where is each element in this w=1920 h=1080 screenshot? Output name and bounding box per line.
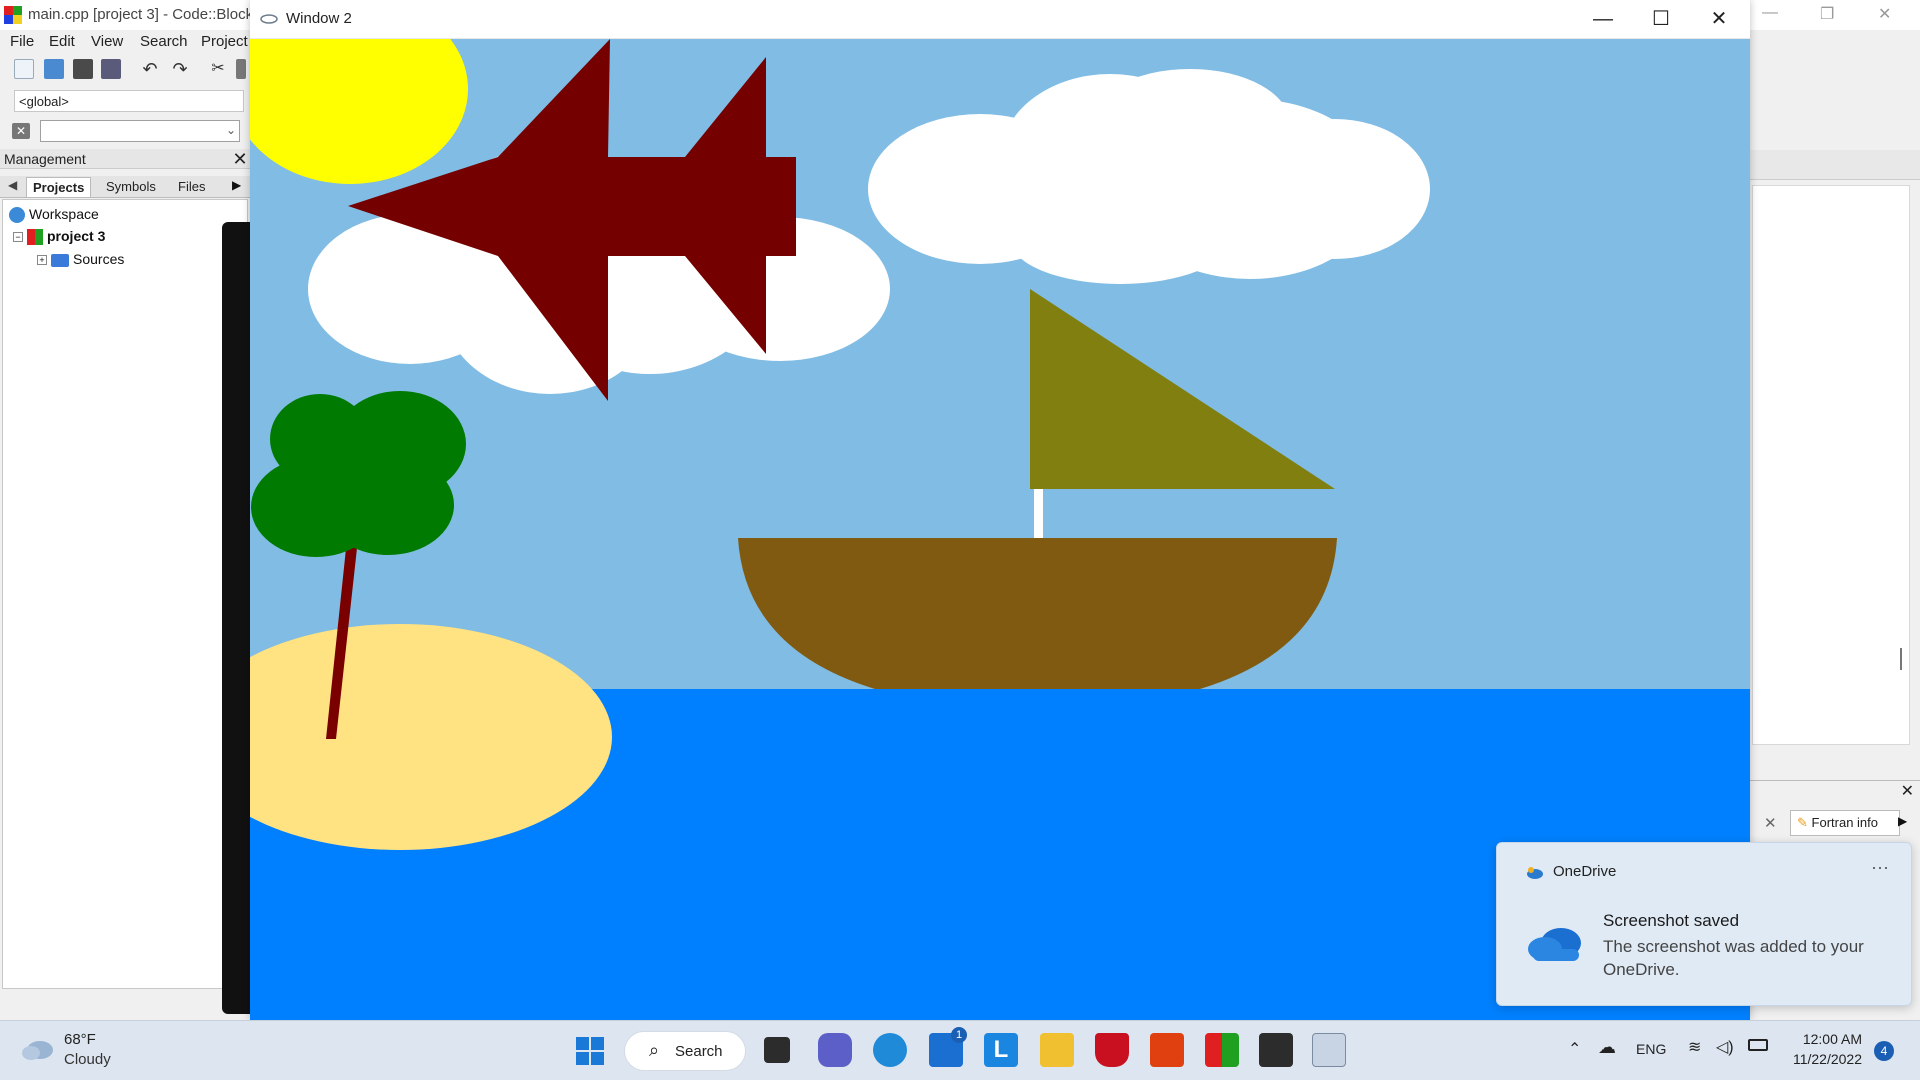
symbol-search-combo[interactable]: ⌄: [40, 120, 240, 142]
onedrive-tray-icon[interactable]: ☁: [1598, 1037, 1616, 1058]
workspace-icon: [9, 207, 25, 224]
mail-icon[interactable]: 1: [929, 1027, 967, 1067]
boat-mast: [1034, 489, 1043, 539]
menu-project[interactable]: Project: [201, 33, 248, 50]
file-explorer-icon[interactable]: [1040, 1033, 1074, 1067]
project-label: project 3: [47, 228, 106, 244]
project-tree: Workspace − project 3 + Sources: [2, 199, 248, 989]
tab-scroll-left-icon[interactable]: ◀: [8, 178, 17, 192]
tree-item-project[interactable]: − project 3: [13, 228, 106, 246]
close-button[interactable]: ✕: [1690, 0, 1748, 39]
chevron-up-icon[interactable]: ⌃: [1568, 1039, 1581, 1059]
project-icon: [27, 229, 43, 246]
tree-item-sources[interactable]: + Sources: [37, 251, 124, 267]
onedrive-notification[interactable]: OneDrive ··· Screenshot saved The screen…: [1496, 842, 1912, 1006]
editor-scrollbar[interactable]: [1900, 648, 1902, 670]
cloudy-weather-icon[interactable]: [20, 1037, 56, 1061]
menu-view[interactable]: View: [91, 33, 123, 50]
onedrive-cloud-icon: [1525, 923, 1583, 963]
language-indicator[interactable]: ENG: [1636, 1041, 1666, 1057]
search-icon: ⌕: [649, 1040, 660, 1060]
codeblocks-taskbar-icon[interactable]: [1205, 1033, 1239, 1067]
volume-icon[interactable]: ◁): [1716, 1037, 1734, 1057]
tab-files[interactable]: Files: [172, 177, 211, 197]
tab-fortran-info[interactable]: ✎ Fortran info: [1790, 810, 1900, 836]
bg-minimize-icon[interactable]: —: [1762, 4, 1778, 22]
office-icon[interactable]: [1150, 1033, 1184, 1067]
onedrive-small-icon: [1525, 865, 1543, 879]
workspace-label: Workspace: [29, 206, 99, 222]
cut-icon[interactable]: ✂: [208, 59, 228, 79]
notification-badge[interactable]: 4: [1874, 1041, 1894, 1061]
logs-header: ✕: [1750, 780, 1920, 802]
start-icon[interactable]: [576, 1037, 604, 1065]
taskbar: 68°F Cloudy ⌕ Search 1 L ⌃ ☁ ENG ≋ ◁) 12…: [0, 1020, 1920, 1080]
terminal-icon[interactable]: [1259, 1033, 1293, 1067]
note-icon: ✎: [1797, 815, 1808, 830]
graphics-app-icon[interactable]: [1312, 1033, 1346, 1067]
management-tabs: ◀ Projects Symbols Files ▶: [0, 176, 250, 198]
copy-icon[interactable]: [236, 59, 246, 79]
menu-search[interactable]: Search: [140, 33, 188, 50]
bg-restore-icon[interactable]: ❐: [1820, 4, 1834, 24]
logs-close-icon[interactable]: ✕: [1901, 781, 1914, 801]
palm-canopy: [251, 391, 466, 557]
edge-icon[interactable]: [873, 1033, 907, 1067]
taskbar-search[interactable]: ⌕ Search: [624, 1031, 746, 1071]
tree-item-workspace[interactable]: Workspace: [9, 206, 99, 224]
sources-label: Sources: [73, 251, 125, 267]
menu-file[interactable]: File: [10, 33, 34, 50]
new-file-icon[interactable]: [14, 59, 34, 79]
weather-condition[interactable]: Cloudy: [64, 1051, 111, 1068]
graphics-window-title: Window 2: [286, 10, 352, 27]
save-icon[interactable]: [73, 59, 93, 79]
undo-icon[interactable]: ↶: [140, 59, 160, 79]
console-window-edge: [222, 222, 252, 1014]
logs-scroll-right-icon[interactable]: ▶: [1898, 814, 1907, 828]
open-folder-icon[interactable]: [44, 59, 64, 79]
chevron-down-icon: ⌄: [225, 123, 236, 137]
tab-scroll-right-icon[interactable]: ▶: [232, 178, 241, 192]
toast-body: The screenshot was added to your OneDriv…: [1603, 937, 1864, 979]
toast-title: Screenshot saved: [1603, 911, 1740, 930]
codeblocks-app-icon: [4, 6, 22, 24]
weather-temperature[interactable]: 68°F: [64, 1031, 96, 1048]
boat-hull: [738, 538, 1337, 689]
tab-symbols[interactable]: Symbols: [100, 177, 162, 197]
app-l-icon[interactable]: L: [984, 1033, 1018, 1067]
codeblocks-menubar: File Edit View Search Project: [0, 30, 260, 54]
folder-icon: [51, 253, 69, 267]
maximize-button[interactable]: ☐: [1632, 0, 1690, 39]
minimize-button[interactable]: —: [1574, 0, 1632, 39]
clock-time[interactable]: 12:00 AM: [1796, 1031, 1862, 1047]
graphics-window-titlebar[interactable]: Window 2 — ☐ ✕: [250, 0, 1750, 39]
logs-tab-close-icon[interactable]: ✕: [1764, 814, 1777, 832]
toast-app-name: OneDrive: [1553, 863, 1617, 880]
task-view-icon[interactable]: [764, 1037, 790, 1063]
search-label: Search: [675, 1043, 723, 1060]
scope-combo[interactable]: <global>: [14, 90, 244, 112]
wifi-icon[interactable]: ≋: [1688, 1037, 1701, 1057]
collapse-icon[interactable]: −: [13, 232, 23, 243]
expand-icon[interactable]: +: [37, 255, 47, 266]
tab-projects[interactable]: Projects: [26, 177, 92, 197]
codeblocks-toolbar: ↶ ↷ ✂: [0, 54, 250, 84]
management-close-icon[interactable]: ✕: [230, 149, 250, 169]
editor-tab-strip: [1750, 150, 1920, 180]
menu-edit[interactable]: Edit: [49, 33, 75, 50]
teams-chat-icon[interactable]: [818, 1033, 852, 1067]
redo-icon[interactable]: ↷: [170, 59, 190, 79]
window-app-icon: [260, 12, 278, 26]
mail-badge: 1: [951, 1027, 967, 1043]
bg-close-icon[interactable]: ✕: [1878, 4, 1891, 24]
mcafee-icon[interactable]: [1095, 1033, 1129, 1067]
editor-content: [1752, 185, 1910, 745]
battery-icon[interactable]: [1748, 1039, 1768, 1051]
management-header: Management: [0, 149, 250, 169]
toast-more-icon[interactable]: ···: [1871, 857, 1889, 878]
clear-icon[interactable]: ✕: [12, 123, 30, 139]
clock-date[interactable]: 11/22/2022: [1786, 1051, 1862, 1067]
save-all-icon[interactable]: [101, 59, 121, 79]
fortran-tab-label: Fortran info: [1811, 815, 1879, 830]
